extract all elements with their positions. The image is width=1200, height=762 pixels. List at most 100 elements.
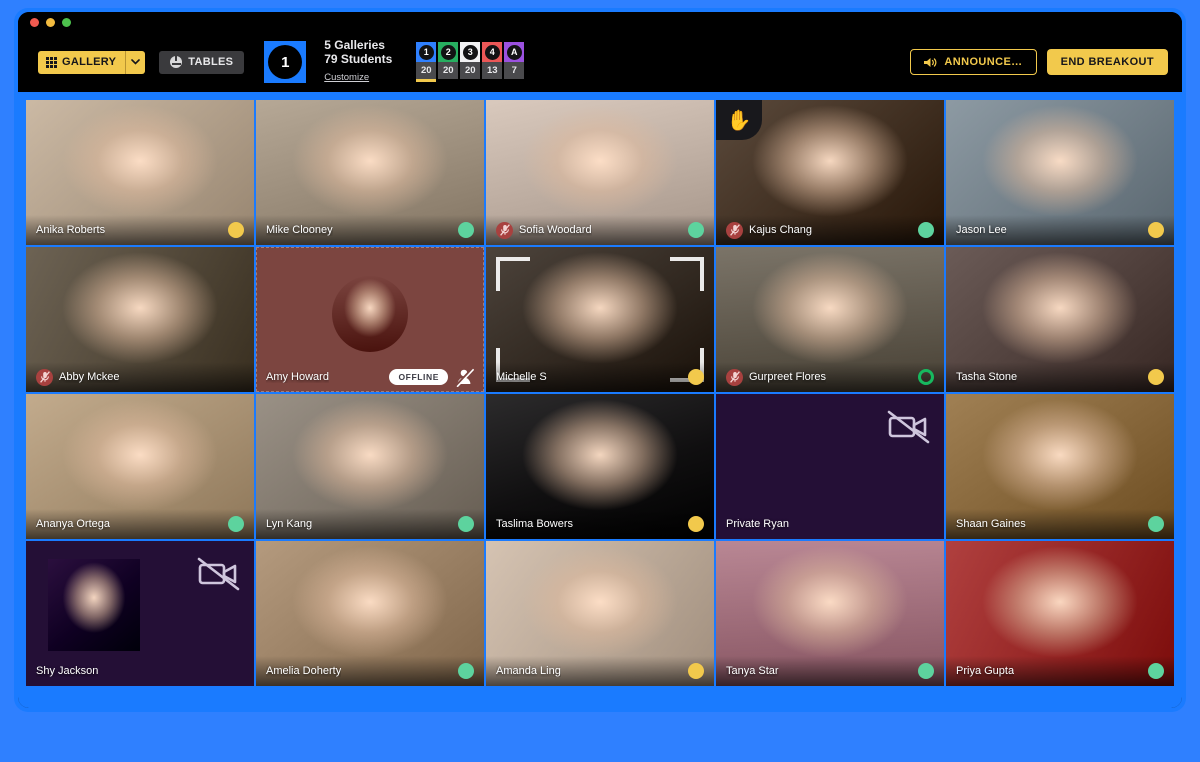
raised-hand-icon: ✋ — [726, 109, 752, 132]
gallery-badge-label: 4 — [484, 44, 500, 60]
tile-namebar: Shy Jackson — [26, 656, 254, 686]
status-dot — [688, 663, 704, 679]
tables-icon — [170, 56, 183, 68]
status-dot — [1148, 369, 1164, 385]
participant-tile[interactable]: Jason Lee — [946, 100, 1174, 245]
participant-tile[interactable]: Tasha Stone — [946, 247, 1174, 392]
participant-tile[interactable]: Lyn Kang — [256, 394, 484, 539]
status-dot — [458, 222, 474, 238]
end-breakout-button[interactable]: END BREAKOUT — [1046, 49, 1168, 75]
toolbar: GALLERY TABLES 1 5 Galleries 79 Students… — [18, 32, 1182, 92]
status-dot — [918, 663, 934, 679]
gallery-badge-label: 1 — [418, 44, 434, 60]
gallery-badge-active-underline — [416, 79, 437, 82]
participant-tile[interactable]: Tanya Star — [716, 541, 944, 686]
avatar — [332, 275, 408, 352]
camera-off-icon — [887, 410, 930, 444]
gallery-button[interactable]: GALLERY — [38, 50, 126, 74]
toolbar-actions: ANNOUNCE… END BREAKOUT — [910, 49, 1168, 75]
window-titlebar — [18, 12, 1182, 32]
participant-tile[interactable]: Amelia Doherty — [256, 541, 484, 686]
mic-off-icon — [499, 224, 510, 236]
gallery-badge-count: 20 — [416, 62, 437, 79]
raised-hand-badge: ✋ — [716, 100, 762, 140]
participant-name: Shy Jackson — [36, 665, 99, 677]
app-window: GALLERY TABLES 1 5 Galleries 79 Students… — [18, 12, 1182, 708]
status-dot — [918, 369, 934, 385]
announce-button[interactable]: ANNOUNCE… — [910, 49, 1037, 75]
tables-button[interactable]: TABLES — [159, 50, 245, 74]
tile-namebar: Anika Roberts — [26, 215, 254, 245]
participant-tile[interactable]: Amanda Ling — [486, 541, 714, 686]
gallery-badge-chip: 4 — [482, 42, 503, 62]
participant-tile[interactable]: Priya Gupta — [946, 541, 1174, 686]
end-breakout-label: END BREAKOUT — [1060, 56, 1154, 68]
tile-namebar: Amanda Ling — [486, 656, 714, 686]
status-dot — [1148, 516, 1164, 532]
tile-namebar: Amy Howard OFFLINE — [256, 362, 484, 392]
gallery-badge-count: 13 — [482, 62, 503, 79]
room-number: 1 — [268, 45, 303, 79]
offline-badge: OFFLINE — [389, 369, 448, 385]
video-stage: Anika Roberts Mike Clooney Sofia Woodard ✋ K… — [18, 92, 1182, 708]
mic-muted-indicator — [496, 221, 513, 239]
participant-tile[interactable]: Mike Clooney — [256, 100, 484, 245]
gallery-badge-3[interactable]: 3 20 — [460, 42, 481, 82]
status-dot — [1148, 663, 1164, 679]
gallery-badge-label: A — [506, 44, 522, 60]
participant-name: Tasha Stone — [956, 371, 1018, 383]
participant-name: Anika Roberts — [36, 224, 106, 236]
tile-namebar: Priya Gupta — [946, 656, 1174, 686]
gallery-badge-label: 3 — [462, 44, 478, 60]
status-dot — [228, 516, 244, 532]
status-dot — [228, 222, 244, 238]
participant-name: Sofia Woodard — [519, 224, 592, 236]
gallery-badge-count: 20 — [438, 62, 459, 79]
mic-muted-indicator — [726, 221, 743, 239]
participant-name: Taslima Bowers — [496, 518, 574, 530]
person-off-indicator — [454, 367, 475, 388]
participant-tile[interactable]: Gurpreet Flores — [716, 247, 944, 392]
gallery-badge-a[interactable]: A7 — [504, 42, 525, 82]
participant-tile[interactable]: Sofia Woodard — [486, 100, 714, 245]
gallery-dropdown-toggle[interactable] — [125, 50, 146, 74]
gallery-badge-4[interactable]: 4 13 — [482, 42, 503, 82]
participant-tile[interactable]: Michelle S — [486, 247, 714, 392]
tile-namebar: Taslima Bowers — [486, 509, 714, 539]
participant-name: Ananya Ortega — [36, 518, 110, 530]
participant-name: Amelia Doherty — [266, 665, 342, 677]
participant-name: Tanya Star — [726, 665, 779, 677]
participant-tile[interactable]: Ananya Ortega — [26, 394, 254, 539]
tile-namebar: Ananya Ortega — [26, 509, 254, 539]
gallery-badge-2[interactable]: 2 20 — [438, 42, 459, 82]
gallery-badge-label: 2 — [440, 44, 456, 60]
gallery-button-label: GALLERY — [62, 56, 117, 68]
gallery-badge-chip: 2 — [438, 42, 459, 62]
tile-namebar: Kajus Chang — [716, 215, 944, 245]
tile-namebar: Tasha Stone — [946, 362, 1174, 392]
participant-tile[interactable]: Shy Jackson — [26, 541, 254, 686]
participant-tile[interactable]: Taslima Bowers — [486, 394, 714, 539]
students-count: 79 Students — [324, 51, 393, 66]
tile-namebar: Michelle S — [486, 362, 714, 392]
participant-name: Jason Lee — [956, 224, 1007, 236]
participant-tile[interactable]: ✋ Kajus Chang — [716, 100, 944, 245]
status-dot — [688, 369, 704, 385]
status-dot — [458, 663, 474, 679]
zoom-button[interactable] — [62, 17, 71, 27]
person-off-icon — [455, 367, 475, 388]
announce-button-label: ANNOUNCE… — [944, 56, 1023, 68]
gallery-badge-1[interactable]: 1 20 — [416, 42, 437, 82]
tile-namebar: Jason Lee — [946, 215, 1174, 245]
minimize-button[interactable] — [46, 17, 55, 27]
avatar — [48, 558, 141, 651]
customize-link[interactable]: Customize — [324, 72, 369, 84]
participant-tile[interactable]: Private Ryan — [716, 394, 944, 539]
participant-tile[interactable]: Abby Mckee — [26, 247, 254, 392]
grid-icon — [46, 56, 57, 68]
tile-namebar: Lyn Kang — [256, 509, 484, 539]
participant-tile[interactable]: Shaan Gaines — [946, 394, 1174, 539]
participant-tile[interactable]: Anika Roberts — [26, 100, 254, 245]
participant-tile[interactable]: Amy Howard OFFLINE — [256, 247, 484, 392]
close-button[interactable] — [30, 17, 39, 27]
